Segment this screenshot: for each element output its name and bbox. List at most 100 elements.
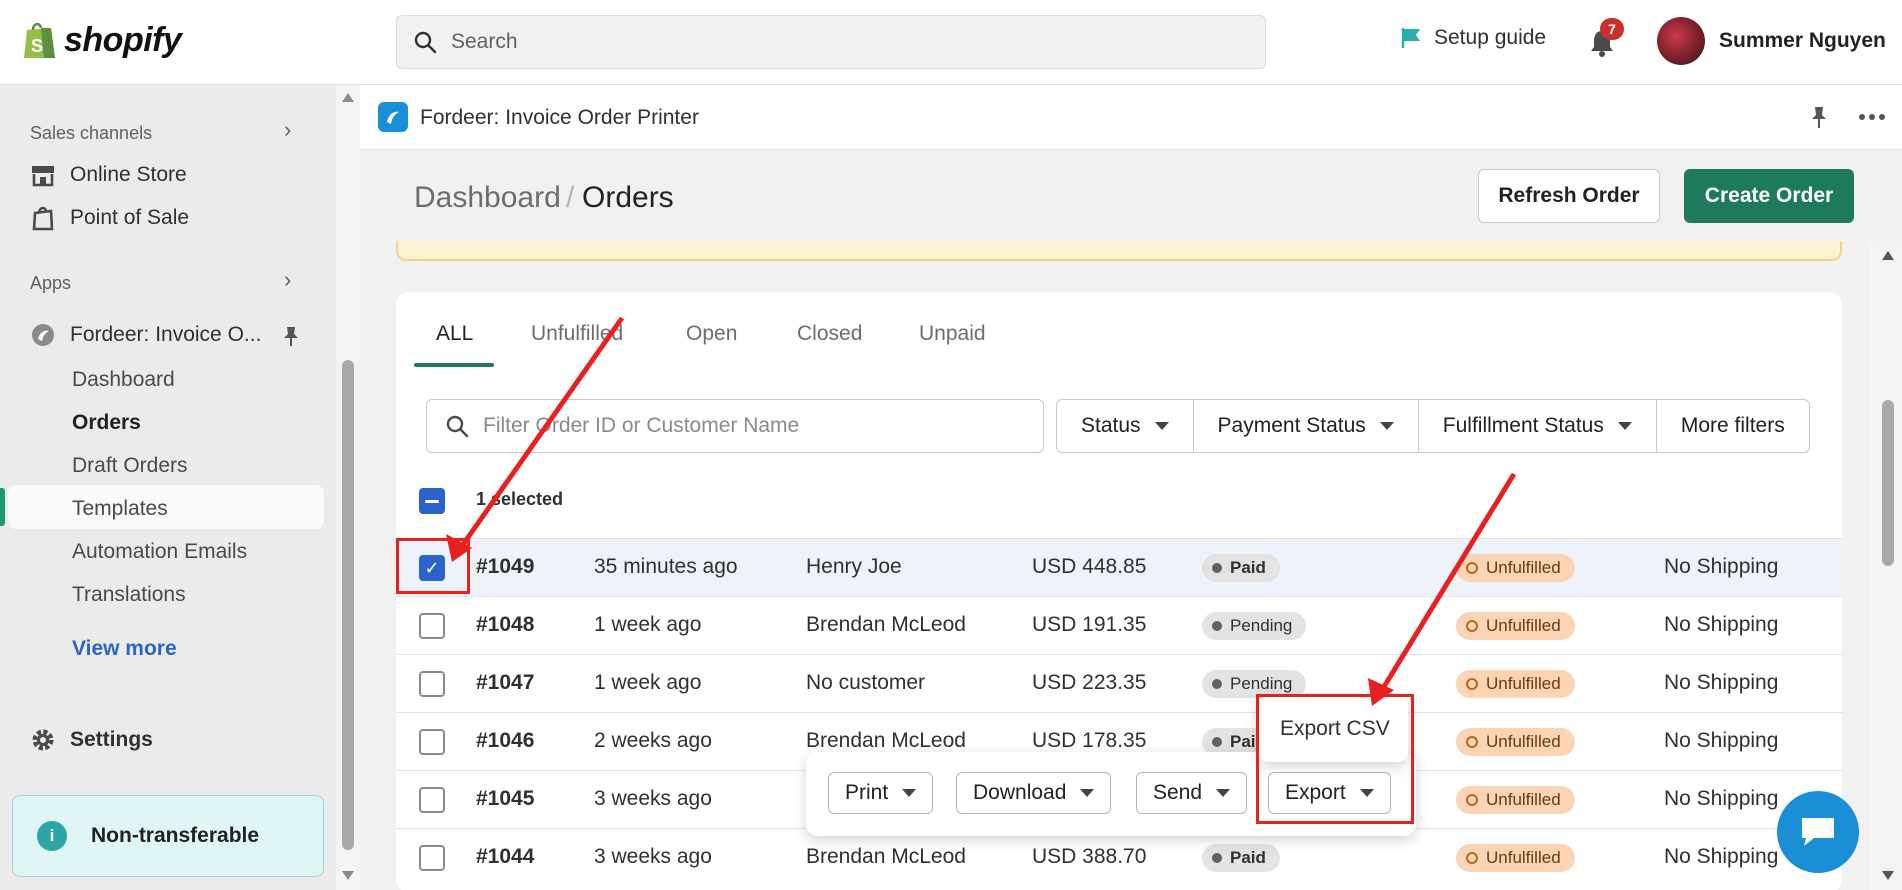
download-button[interactable]: Download <box>956 772 1112 814</box>
order-id[interactable]: #1048 <box>476 613 534 637</box>
order-customer: Brendan McLeod <box>806 845 966 868</box>
scroll-down-icon[interactable] <box>1882 871 1894 880</box>
order-id[interactable]: #1045 <box>476 787 534 811</box>
row-checkbox[interactable] <box>419 787 445 813</box>
print-label: Print <box>845 781 889 804</box>
shopify-logo[interactable]: S shopify <box>22 20 182 60</box>
order-time: 1 week ago <box>594 671 702 694</box>
create-order-button[interactable]: Create Order <box>1684 169 1854 223</box>
sidebar-item-translations[interactable]: Translations <box>72 583 186 607</box>
order-shipping: No Shipping <box>1664 787 1779 810</box>
fulfillment-status-badge: Unfulfilled <box>1456 670 1575 698</box>
order-id[interactable]: #1047 <box>476 671 534 695</box>
chevron-right-icon[interactable]: › <box>284 267 291 293</box>
scroll-down-icon[interactable] <box>342 871 354 880</box>
order-id[interactable]: #1046 <box>476 729 534 753</box>
tab-unpaid[interactable]: Unpaid <box>919 322 986 346</box>
global-search-input[interactable]: Search <box>396 15 1266 69</box>
search-icon <box>446 415 469 438</box>
sales-channels-heading[interactable]: Sales channels <box>30 123 152 144</box>
status-filter-label: Status <box>1081 414 1141 437</box>
chat-launcher-button[interactable] <box>1777 791 1859 873</box>
row-checkbox[interactable] <box>419 845 445 871</box>
user-menu[interactable]: Summer Nguyen <box>1657 17 1886 65</box>
sidebar-item-dashboard[interactable]: Dashboard <box>72 368 175 392</box>
sidebar-item-label: Settings <box>70 728 153 751</box>
caret-down-icon <box>1216 789 1231 797</box>
table-row[interactable]: #1047 1 week ago No customer USD 223.35 … <box>396 654 1842 712</box>
order-total: USD 388.70 <box>1032 845 1147 868</box>
sidebar-item-templates[interactable]: Templates <box>72 497 168 521</box>
non-transferable-banner[interactable]: i Non-transferable <box>12 795 324 877</box>
scroll-up-icon[interactable] <box>1882 251 1894 260</box>
main-scrollbar-thumb[interactable] <box>1882 400 1894 566</box>
sidebar-item-settings[interactable]: Settings <box>30 727 153 753</box>
select-all-checkbox[interactable] <box>419 488 445 514</box>
more-filters-button[interactable]: More filters <box>1657 400 1809 452</box>
order-id[interactable]: #1044 <box>476 845 534 869</box>
chevron-right-icon[interactable]: › <box>284 117 291 143</box>
row-checkbox[interactable] <box>419 613 445 639</box>
caret-down-icon <box>1379 422 1394 430</box>
table-row[interactable]: ✓ #1049 35 minutes ago Henry Joe USD 448… <box>396 538 1842 596</box>
sidebar-item-automation-emails[interactable]: Automation Emails <box>72 540 247 564</box>
refresh-order-button[interactable]: Refresh Order <box>1478 169 1660 223</box>
sidebar-item-fordeer-app[interactable]: Fordeer: Invoice O... <box>30 322 261 348</box>
order-id[interactable]: #1049 <box>476 555 534 579</box>
scroll-up-icon[interactable] <box>342 93 354 102</box>
more-options-icon[interactable] <box>1858 113 1886 121</box>
pin-icon[interactable] <box>1810 105 1828 129</box>
filter-placeholder: Filter Order ID or Customer Name <box>483 414 800 437</box>
view-more-link[interactable]: View more <box>72 637 177 661</box>
tab-unfulfilled[interactable]: Unfulfilled <box>531 322 623 346</box>
fulfillment-status-badge: Unfulfilled <box>1456 786 1575 814</box>
send-button[interactable]: Send <box>1136 772 1248 814</box>
flag-icon <box>1401 28 1420 48</box>
non-transferable-label: Non-transferable <box>91 824 260 847</box>
gear-icon <box>32 729 54 751</box>
sidebar-item-orders[interactable]: Orders <box>72 411 141 435</box>
setup-guide-button[interactable]: Setup guide <box>1400 26 1546 50</box>
breadcrumb-dashboard[interactable]: Dashboard <box>414 181 561 215</box>
tab-closed[interactable]: Closed <box>797 322 862 346</box>
fulfillment-status-label: Unfulfilled <box>1486 674 1561 693</box>
row-checkbox[interactable] <box>419 729 445 755</box>
chat-icon <box>1802 818 1834 846</box>
svg-text:S: S <box>31 36 43 56</box>
order-time: 1 week ago <box>594 613 702 636</box>
fulfillment-status-badge: Unfulfilled <box>1456 728 1575 756</box>
sidebar-item-draft-orders[interactable]: Draft Orders <box>72 454 188 478</box>
active-tab-indicator <box>414 363 494 367</box>
avatar <box>1657 17 1705 65</box>
order-customer: Brendan McLeod <box>806 729 966 752</box>
order-shipping: No Shipping <box>1664 671 1779 694</box>
apps-heading[interactable]: Apps <box>30 273 71 294</box>
tab-open[interactable]: Open <box>686 322 737 346</box>
status-dot-icon <box>1212 853 1222 863</box>
order-time: 3 weeks ago <box>594 787 712 810</box>
order-total: USD 223.35 <box>1032 671 1147 694</box>
shopify-wordmark: shopify <box>64 20 182 59</box>
sidebar-item-online-store[interactable]: Online Store <box>30 163 187 187</box>
sidebar-item-point-of-sale[interactable]: Point of Sale <box>30 205 189 231</box>
payment-status-badge: Paid <box>1202 554 1280 582</box>
sidebar-scrollbar-thumb[interactable] <box>342 360 354 850</box>
pin-icon[interactable] <box>282 325 300 347</box>
row-checkbox[interactable] <box>419 671 445 697</box>
fordeer-app-icon <box>32 324 54 346</box>
caret-down-icon <box>902 789 917 797</box>
status-dot-icon <box>1212 679 1222 689</box>
order-filter-input[interactable]: Filter Order ID or Customer Name <box>426 399 1044 453</box>
more-filters-label: More filters <box>1680 414 1785 437</box>
tab-all[interactable]: ALL <box>436 322 473 346</box>
table-row[interactable]: #1048 1 week ago Brendan McLeod USD 191.… <box>396 596 1842 654</box>
payment-status-filter-button[interactable]: Payment Status <box>1194 400 1419 452</box>
status-ring-icon <box>1466 736 1478 748</box>
payment-status-badge: Pending <box>1202 612 1307 640</box>
fulfillment-status-label: Unfulfilled <box>1486 790 1561 809</box>
fulfillment-status-filter-button[interactable]: Fulfillment Status <box>1419 400 1657 452</box>
table-row[interactable]: #1044 3 weeks ago Brendan McLeod USD 388… <box>396 828 1842 886</box>
pos-bag-icon <box>32 206 54 231</box>
print-button[interactable]: Print <box>828 772 934 814</box>
status-filter-button[interactable]: Status <box>1057 400 1194 452</box>
